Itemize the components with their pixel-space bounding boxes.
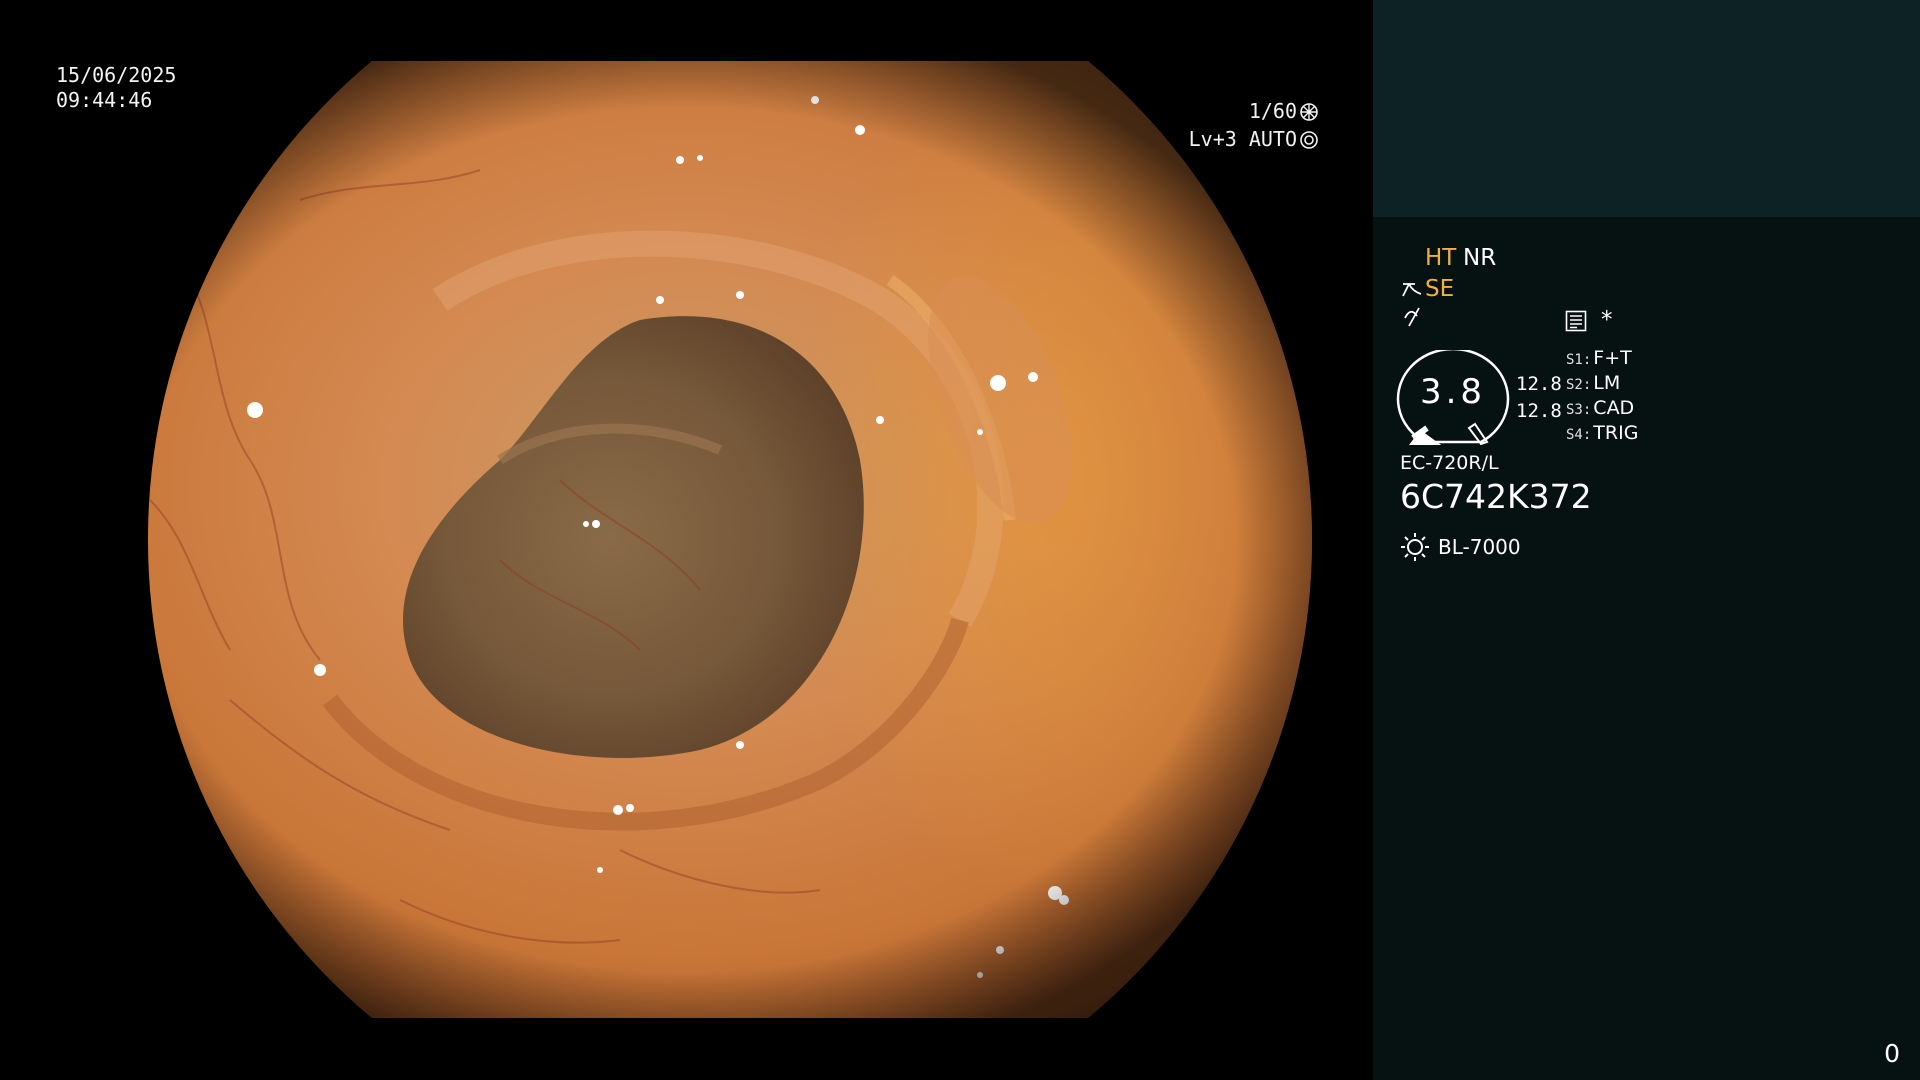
switch-value: LM: [1593, 372, 1621, 394]
switch-s4: S4: TRIG: [1566, 422, 1638, 444]
shutter-icon: [1299, 102, 1319, 122]
switch-value: TRIG: [1593, 422, 1639, 444]
mode-nr: NR: [1463, 245, 1497, 271]
shutter-indicator: 1/60: [1249, 99, 1319, 124]
light-source-icon: [1400, 532, 1430, 566]
zoom-value: 3.8: [1419, 372, 1487, 412]
endoscope-video-area: 15/06/2025 09:44:46 1/60 Lv+3 AUTO: [0, 0, 1373, 1080]
info-panel: HT NR SE * 3.8 12.8 12.8 S1: F+T S2: LM …: [1373, 0, 1920, 1080]
image-counter: 0: [1884, 1039, 1900, 1068]
thumbnail-area: [1373, 0, 1920, 217]
gauge-value-2: 12.8: [1516, 400, 1562, 422]
endoscope-image: [147, 61, 1313, 1018]
scope-model: EC-720R/L: [1400, 452, 1499, 474]
exam-time: 09:44:46: [56, 88, 153, 112]
switch-s3: S3: CAD: [1566, 397, 1634, 419]
switch-value: CAD: [1593, 397, 1635, 419]
gauge-value-1: 12.8: [1516, 373, 1562, 395]
iris-icon: [1299, 130, 1319, 150]
switch-label: S4:: [1566, 427, 1592, 443]
memory-star: *: [1601, 307, 1613, 333]
mode-ht: HT: [1425, 245, 1457, 271]
switch-label: S1:: [1566, 352, 1592, 368]
switch-value: F+T: [1593, 347, 1632, 369]
mode-se: SE: [1425, 276, 1455, 302]
exam-date: 15/06/2025: [56, 63, 177, 87]
scope-serial: 6C742K372: [1400, 477, 1592, 516]
structure-enhance-icon: [1401, 278, 1425, 304]
enhancement-icon: [1403, 306, 1425, 334]
iris-mode: Lv+3 AUTO: [1188, 127, 1297, 151]
switch-s1: S1: F+T: [1566, 347, 1632, 369]
switch-label: S2:: [1566, 377, 1592, 393]
switch-s2: S2: LM: [1566, 372, 1620, 394]
endoscopy-monitor: 15/06/2025 09:44:46 1/60 Lv+3 AUTO HT NR…: [0, 0, 1920, 1080]
switch-label: S3:: [1566, 402, 1592, 418]
settings-list-icon: [1565, 310, 1587, 336]
light-source-model: BL-7000: [1438, 535, 1521, 559]
iris-indicator: Lv+3 AUTO: [1189, 127, 1319, 152]
shutter-speed: 1/60: [1248, 99, 1297, 123]
